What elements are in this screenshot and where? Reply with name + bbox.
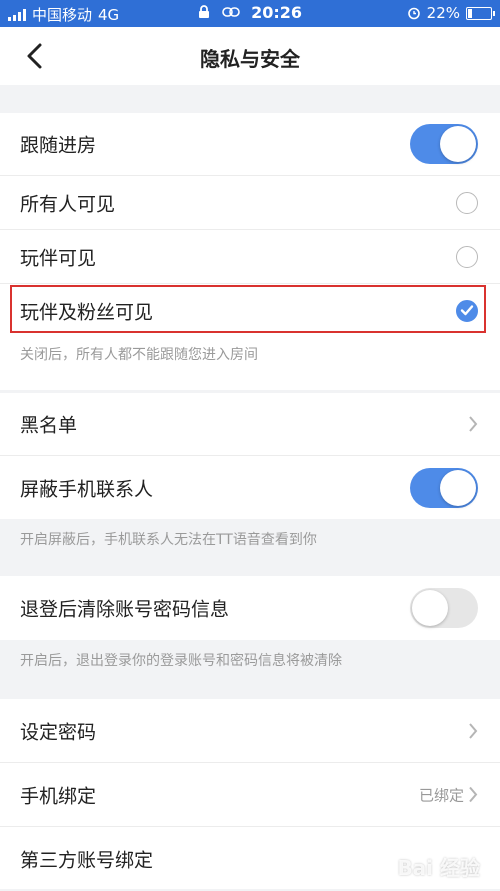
block-contacts-row: 屏蔽手机联系人 bbox=[0, 456, 500, 519]
set-password-label: 设定密码 bbox=[20, 721, 97, 743]
option-everyone-row[interactable]: 所有人可见 bbox=[0, 176, 500, 230]
clock-time: 20:26 bbox=[251, 3, 303, 22]
option-playmates-fans-radio[interactable] bbox=[456, 299, 478, 322]
lock-icon bbox=[198, 5, 209, 18]
checkmark-icon bbox=[460, 305, 473, 316]
clear-credentials-toggle[interactable] bbox=[410, 588, 478, 628]
option-playmates-fans-label: 玩伴及粉丝可见 bbox=[20, 301, 154, 323]
blacklist-label: 黑名单 bbox=[20, 414, 78, 437]
block-contacts-label: 屏蔽手机联系人 bbox=[20, 478, 154, 500]
option-everyone-label: 所有人可见 bbox=[20, 193, 116, 215]
chevron-right-icon bbox=[469, 786, 478, 803]
option-everyone-radio[interactable] bbox=[456, 191, 478, 214]
block-contacts-toggle[interactable] bbox=[410, 467, 478, 508]
set-password-row[interactable]: 设定密码 bbox=[0, 699, 500, 763]
page-title: 隐私与安全 bbox=[200, 47, 300, 71]
chevron-right-icon bbox=[469, 416, 478, 432]
option-playmates-fans-row[interactable]: 玩伴及粉丝可见 bbox=[0, 284, 500, 337]
follow-room-label: 跟随进房 bbox=[20, 134, 97, 157]
phone-binding-row[interactable]: 手机绑定 已绑定 bbox=[0, 763, 500, 827]
clear-credentials-row: 退登后清除账号密码信息 bbox=[0, 576, 500, 640]
follow-room-section: 跟随进房 所有人可见 玩伴可见 玩伴及粉丝可见 关闭后，所有人都不能跟随您进入房… bbox=[0, 113, 500, 390]
watermark: Bai 经验 bbox=[397, 856, 480, 880]
clear-credentials-note: 开启后，退出登录你的登录账号和密码信息将被清除 bbox=[20, 653, 342, 669]
blacklist-row[interactable]: 黑名单 bbox=[0, 393, 500, 456]
option-playmates-row[interactable]: 玩伴可见 bbox=[0, 230, 500, 284]
clear-credentials-label: 退登后清除账号密码信息 bbox=[20, 598, 230, 621]
alarm-icon bbox=[407, 7, 420, 20]
phone-binding-label: 手机绑定 bbox=[20, 785, 97, 807]
battery-icon bbox=[466, 6, 495, 20]
follow-room-note: 关闭后，所有人都不能跟随您进入房间 bbox=[20, 347, 258, 363]
chevron-right-icon bbox=[469, 722, 478, 739]
option-playmates-radio[interactable] bbox=[456, 245, 478, 268]
status-right: 22% bbox=[407, 4, 495, 22]
battery-percent: 22% bbox=[426, 4, 460, 22]
navigation-bar: 隐私与安全 bbox=[0, 27, 500, 85]
block-contacts-note: 开启屏蔽后，手机联系人无法在TT语音查看到你 bbox=[20, 532, 317, 548]
logout-section: 退登后清除账号密码信息 bbox=[0, 576, 500, 640]
option-playmates-label: 玩伴可见 bbox=[20, 247, 97, 269]
third-party-binding-label: 第三方账号绑定 bbox=[20, 849, 154, 872]
follow-room-row: 跟随进房 bbox=[0, 113, 500, 176]
status-bar: 中国移动 4G 20:26 22% bbox=[0, 0, 500, 27]
follow-room-toggle[interactable] bbox=[410, 124, 478, 164]
phone-binding-status: 已绑定 bbox=[418, 786, 464, 804]
link-icon bbox=[221, 7, 240, 17]
blacklist-section: 黑名单 屏蔽手机联系人 bbox=[0, 393, 500, 519]
